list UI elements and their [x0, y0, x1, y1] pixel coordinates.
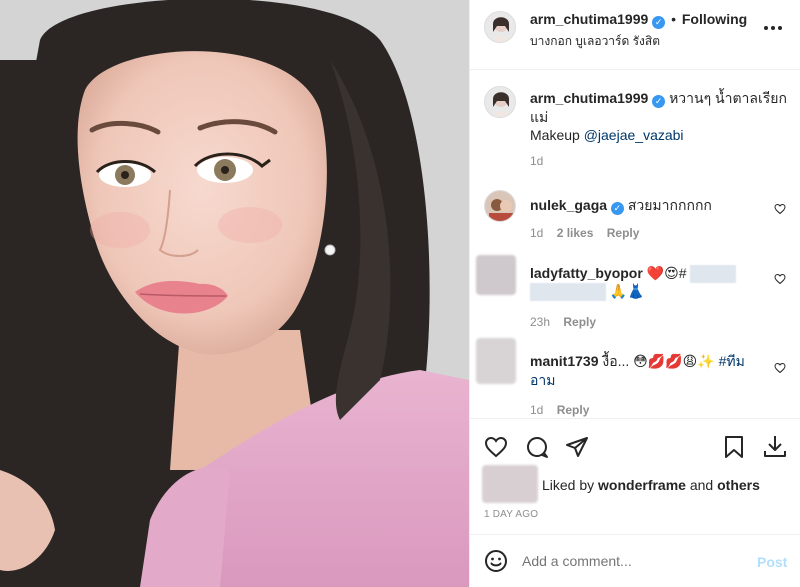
comment-time: 1d — [530, 226, 544, 240]
header-separator: • — [671, 11, 676, 27]
comment-likes[interactable]: 2 likes — [557, 226, 594, 240]
caption-text-line1: หวานๆ น้ำตาลเรียก — [669, 90, 787, 106]
post-actions: Liked by wonderframe and others 1 DAY AG… — [470, 418, 800, 538]
liked-by-prefix: Liked by — [542, 477, 595, 493]
post-location[interactable]: บางกอก บูเลอวาร์ด รังสิต — [530, 32, 660, 51]
comment-input[interactable] — [522, 549, 732, 573]
comment-like-heart-icon[interactable] — [774, 361, 788, 375]
post-side-panel: arm_chutima1999 ✓ • Following บางกอก บูเ… — [469, 0, 800, 587]
caption-avatar[interactable] — [484, 86, 516, 118]
comment-hashtag[interactable]: #ทีม — [719, 353, 745, 369]
liked-by-and: and — [689, 477, 714, 493]
verified-badge-icon: ✓ — [610, 202, 624, 215]
save-bookmark-icon[interactable] — [723, 435, 745, 459]
caption-mention-link[interactable]: @jaejae_vazabi — [584, 127, 684, 143]
comment-text: สวยมากกกกก — [627, 197, 712, 213]
commenter-avatar[interactable] — [484, 190, 516, 222]
add-comment-bar: Post — [470, 534, 800, 587]
comment-username[interactable]: ladyfatty_byopor — [530, 265, 643, 281]
caption-text-line2: แม่ — [530, 109, 549, 125]
more-options-icon[interactable] — [763, 18, 783, 34]
like-heart-icon[interactable] — [484, 435, 508, 459]
verified-badge-icon: ✓ — [652, 95, 666, 108]
redacted-text — [690, 265, 737, 284]
comment-hashtag-cont[interactable]: อาม — [530, 372, 556, 388]
comment-username[interactable]: manit1739 — [530, 353, 598, 369]
caption-time: 1d — [530, 154, 544, 168]
post-comment-button[interactable]: Post — [757, 554, 787, 570]
caption-username[interactable]: arm_chutima1999 — [530, 90, 648, 106]
post-photo[interactable] — [0, 0, 469, 587]
commenter-avatar[interactable] — [476, 338, 516, 384]
comment-time: 1d — [530, 403, 544, 417]
liked-by-user[interactable]: wonderframe — [598, 477, 686, 493]
download-icon[interactable] — [762, 433, 788, 459]
post-header: arm_chutima1999 ✓ • Following บางกอก บูเ… — [470, 0, 800, 70]
comment-bubble-icon[interactable] — [525, 435, 549, 459]
author-avatar[interactable] — [484, 11, 516, 43]
comment-reply-button[interactable]: Reply — [557, 403, 590, 417]
comment-text: ❤️😍# — [646, 265, 687, 281]
comment-reply-button[interactable]: Reply — [563, 315, 596, 329]
share-paper-plane-icon[interactable] — [565, 435, 589, 459]
emoji-smiley-icon[interactable] — [484, 549, 508, 573]
comment-like-heart-icon[interactable] — [774, 272, 788, 286]
commenter-avatar[interactable] — [476, 255, 516, 295]
comment-username[interactable]: nulek_gaga — [530, 197, 607, 213]
portrait-image — [0, 0, 469, 587]
post-date: 1 DAY AGO — [484, 509, 539, 520]
liker-avatars[interactable] — [482, 465, 538, 503]
author-username[interactable]: arm_chutima1999 — [530, 11, 648, 27]
following-button[interactable]: Following — [682, 11, 747, 27]
comment-time: 23h — [530, 315, 551, 329]
comment-like-heart-icon[interactable] — [774, 202, 788, 216]
caption-makeup-label: Makeup — [530, 127, 580, 143]
redacted-text — [530, 283, 606, 302]
comment-text-2: 🙏👗 — [609, 283, 645, 299]
comment-text: งื้อ... 😳💋💋😩✨ — [602, 353, 715, 369]
comment-reply-button[interactable]: Reply — [607, 226, 640, 240]
liked-by-others[interactable]: others — [717, 477, 760, 493]
verified-badge-icon: ✓ — [652, 16, 666, 29]
